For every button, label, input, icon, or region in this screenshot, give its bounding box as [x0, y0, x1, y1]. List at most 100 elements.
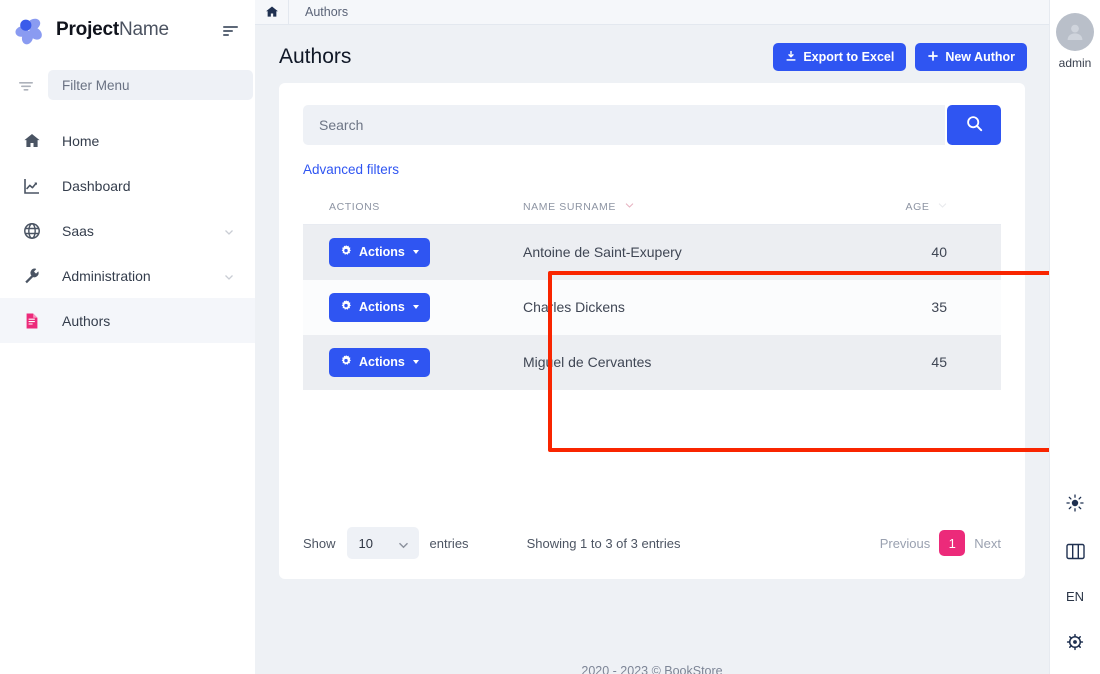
new-author-button[interactable]: New Author [915, 43, 1027, 71]
table-row[interactable]: Actions Antoine de Saint-Exupery 40 [303, 225, 1001, 280]
brightness-icon[interactable] [1066, 493, 1084, 513]
entries-label: entries [430, 536, 469, 551]
home-icon [22, 131, 42, 151]
gear-icon [340, 245, 352, 260]
plus-icon [927, 50, 939, 65]
advanced-filters-link[interactable]: Advanced filters [303, 162, 399, 177]
pagination-previous[interactable]: Previous [880, 536, 931, 551]
cell-age: 40 [893, 225, 1001, 280]
row-actions-cell: Actions [303, 335, 523, 390]
page-header-actions: Export to Excel New Author [773, 43, 1027, 71]
row-actions-cell: Actions [303, 225, 523, 280]
column-header-label: Name Surname [523, 201, 616, 213]
right-rail-icons: EN [1050, 493, 1100, 652]
brand-title-light: Name [119, 19, 169, 40]
column-header-name-surname[interactable]: Name Surname [523, 200, 893, 225]
sort-chevron-down-icon[interactable] [938, 200, 947, 212]
pagination-page-1[interactable]: 1 [939, 530, 965, 556]
sidebar-item-label: Home [62, 133, 99, 149]
row-actions-button[interactable]: Actions [329, 238, 430, 267]
page-title: Authors [279, 45, 351, 69]
search-button[interactable] [947, 105, 1001, 145]
avatar-username: admin [1059, 56, 1092, 70]
cell-age: 45 [893, 335, 1001, 390]
caret-down-icon [413, 250, 419, 254]
row-actions-label: Actions [359, 245, 405, 259]
filter-menu-input[interactable] [48, 70, 253, 100]
chevron-down-icon [398, 538, 409, 553]
caret-down-icon [413, 305, 419, 309]
page-header: Authors Export to Excel [255, 25, 1049, 83]
show-label: Show [303, 536, 336, 551]
avatar[interactable] [1056, 13, 1094, 51]
page-size-select[interactable]: 10 [347, 527, 419, 559]
chevron-down-icon[interactable] [223, 225, 235, 237]
sidebar-item-administration[interactable]: Administration [0, 253, 255, 298]
chart-line-icon [22, 176, 42, 196]
table-head: Actions Name Surname Age [303, 200, 1001, 225]
column-header-label: Actions [329, 201, 380, 213]
menu-collapse-icon[interactable] [221, 23, 239, 37]
sidebar-item-dashboard[interactable]: Dashboard [0, 163, 255, 208]
pagination-next[interactable]: Next [974, 536, 1001, 551]
chevron-down-icon[interactable] [223, 270, 235, 282]
columns-layout-icon[interactable] [1066, 541, 1085, 561]
search-icon [966, 115, 983, 135]
page-size-group: Show 10 entries [303, 527, 469, 559]
brand-header: ProjectName [0, 0, 255, 60]
sidebar-filter-row [0, 60, 255, 114]
pinwheel-logo-icon [14, 15, 44, 45]
gear-icon [340, 300, 352, 315]
sidebar-nav: Home Dashboard [0, 118, 255, 343]
row-actions-button[interactable]: Actions [329, 348, 430, 377]
table-footer: Show 10 entries Showing 1 to 3 of 3 entr… [303, 527, 1001, 559]
cell-age: 35 [893, 280, 1001, 335]
search-input[interactable] [303, 105, 945, 145]
home-icon[interactable] [255, 0, 289, 25]
document-icon [22, 311, 42, 331]
column-header-age[interactable]: Age [893, 200, 1001, 225]
download-icon [785, 50, 797, 65]
left-sidebar: ProjectName [0, 0, 255, 674]
globe-icon [22, 221, 42, 241]
table-body: Actions Antoine de Saint-Exupery 40 [303, 225, 1001, 390]
export-to-excel-button[interactable]: Export to Excel [773, 43, 906, 71]
footer-copyright: 2020 - 2023 © BookStore [255, 664, 1049, 674]
cell-name-surname: Charles Dickens [523, 280, 893, 335]
authors-table: Actions Name Surname Age [303, 200, 1001, 390]
export-to-excel-label: Export to Excel [803, 50, 894, 64]
app-root: ProjectName [0, 0, 1100, 674]
breadcrumb-bar: Authors [255, 0, 1049, 25]
table-row[interactable]: Actions Miguel de Cervantes 45 [303, 335, 1001, 390]
main-content: Authors Authors Export to Excel [255, 0, 1049, 674]
new-author-label: New Author [945, 50, 1015, 64]
row-actions-label: Actions [359, 355, 405, 369]
cell-name-surname: Antoine de Saint-Exupery [523, 225, 893, 280]
row-actions-button[interactable]: Actions [329, 293, 430, 322]
table-row[interactable]: Actions Charles Dickens 35 [303, 280, 1001, 335]
search-bar [303, 105, 1001, 145]
page-size-value: 10 [359, 536, 373, 551]
gear-icon[interactable] [1066, 632, 1084, 652]
sidebar-item-label: Authors [62, 313, 110, 329]
brand-title: ProjectName [56, 19, 169, 41]
right-rail: admin EN [1049, 0, 1100, 674]
sidebar-item-label: Administration [62, 268, 151, 284]
pagination: Previous 1 Next [880, 530, 1001, 556]
brand-title-bold: Project [56, 19, 119, 40]
wrench-icon [22, 266, 42, 286]
authors-card: Advanced filters Actions Name Surname [279, 83, 1025, 579]
cell-name-surname: Miguel de Cervantes [523, 335, 893, 390]
column-header-label: Age [905, 201, 929, 213]
row-actions-label: Actions [359, 300, 405, 314]
sidebar-item-label: Dashboard [62, 178, 131, 194]
sidebar-item-saas[interactable]: Saas [0, 208, 255, 253]
sidebar-item-authors[interactable]: Authors [0, 298, 255, 343]
showing-entries-text: Showing 1 to 3 of 3 entries [527, 536, 681, 551]
sidebar-item-label: Saas [62, 223, 94, 239]
sort-chevron-down-icon[interactable] [625, 200, 634, 212]
sidebar-item-home[interactable]: Home [0, 118, 255, 163]
language-selector[interactable]: EN [1066, 589, 1084, 604]
breadcrumb[interactable]: Authors [305, 5, 348, 19]
column-header-actions: Actions [303, 200, 523, 225]
